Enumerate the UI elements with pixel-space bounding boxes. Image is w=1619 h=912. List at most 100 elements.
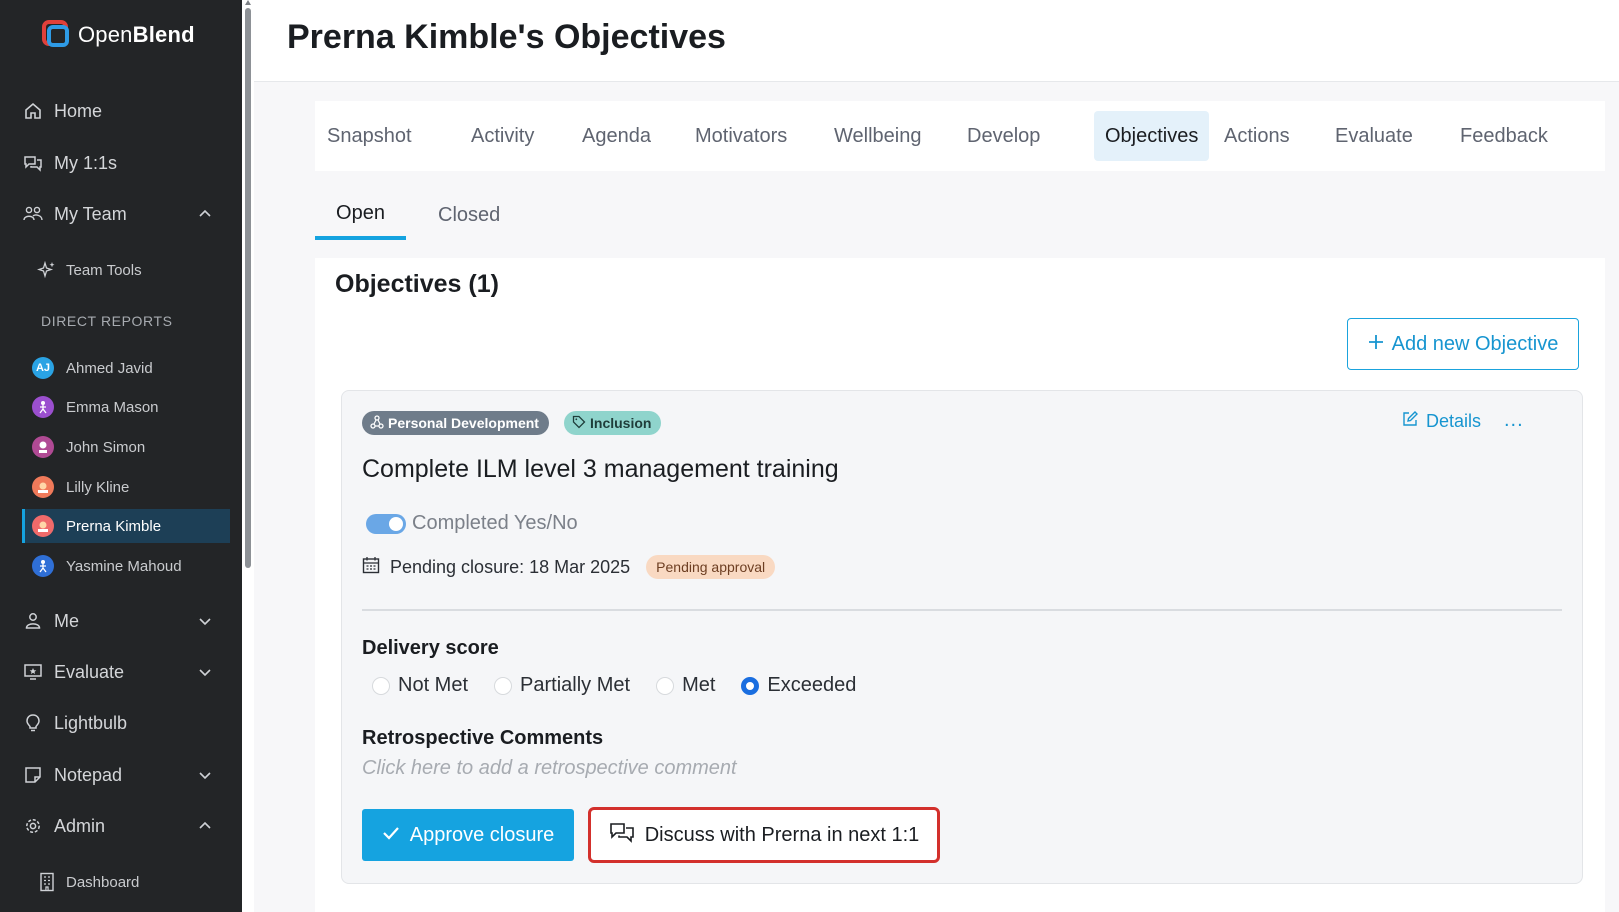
page-header: Prerna Kimble's Objectives: [254, 0, 1619, 82]
radio-button[interactable]: [494, 676, 513, 695]
edit-icon: [1402, 411, 1418, 432]
report-name: John Simon: [66, 438, 146, 456]
report-lilly-kline[interactable]: Lilly Kline: [22, 470, 230, 504]
report-yasmine-mahoud[interactable]: Yasmine Mahoud: [22, 549, 230, 583]
score-option-not-met[interactable]: Not Met: [372, 674, 468, 697]
nav-home-label: Home: [54, 100, 103, 121]
discuss-label: Discuss with Prerna in next 1:1: [644, 823, 920, 846]
page-title: Prerna Kimble's Objectives: [287, 18, 726, 56]
check-icon: [382, 824, 400, 847]
avatar: [32, 476, 54, 498]
chevron-up-icon[interactable]: [198, 205, 212, 226]
nav-notepad-label: Notepad: [54, 764, 123, 785]
nav-evaluate[interactable]: Evaluate: [22, 654, 220, 690]
avatar: [32, 515, 54, 537]
radio-button[interactable]: [656, 676, 675, 695]
report-name: Ahmed Javid: [66, 359, 153, 377]
chat-icon: [609, 821, 635, 849]
discuss-in-next-1-1-button[interactable]: Discuss with Prerna in next 1:1: [588, 807, 940, 863]
report-prerna-kimble[interactable]: Prerna Kimble: [22, 509, 230, 543]
logo-text-a: Open: [78, 22, 133, 47]
tab-wellbeing[interactable]: Wellbeing: [823, 111, 932, 161]
chevron-down-icon[interactable]: [198, 766, 212, 787]
card-divider: [362, 609, 1562, 611]
logo[interactable]: OpenBlend: [42, 20, 195, 50]
nav-admin[interactable]: Admin: [22, 808, 220, 844]
tab-evaluate[interactable]: Evaluate: [1324, 111, 1424, 161]
score-option-label: Met: [682, 674, 716, 696]
report-name: Prerna Kimble: [66, 517, 162, 535]
avatar: [32, 436, 54, 458]
nav-my-team-label: My Team: [54, 203, 127, 224]
nav-my-1-1s[interactable]: My 1:1s: [22, 145, 220, 181]
score-option-partially-met[interactable]: Partially Met: [494, 674, 630, 697]
details-link[interactable]: Details: [1402, 411, 1481, 432]
subtab-open[interactable]: Open: [315, 190, 406, 240]
tab-actions[interactable]: Actions: [1213, 111, 1301, 161]
tag-icon: [572, 415, 586, 432]
sparkle-icon: [36, 259, 58, 281]
nav-notepad[interactable]: Notepad: [22, 757, 220, 793]
add-objective-button[interactable]: Add new Objective: [1347, 318, 1579, 370]
nav-home[interactable]: Home: [22, 93, 220, 129]
tag-label: Personal Development: [388, 415, 539, 431]
tab-activity[interactable]: Activity: [460, 111, 545, 161]
report-name: Yasmine Mahoud: [66, 557, 182, 575]
nav-lightbulb-label: Lightbulb: [54, 712, 128, 733]
avatar: AJ: [32, 357, 54, 379]
objectives-heading: Objectives (1): [335, 270, 499, 298]
sidebar: OpenBlend Home My 1:1s My Team Team Tool…: [0, 0, 242, 912]
tag-label: Inclusion: [590, 415, 652, 431]
nav-evaluate-label: Evaluate: [54, 661, 125, 682]
chevron-down-icon[interactable]: [198, 663, 212, 684]
tab-objectives[interactable]: Objectives: [1094, 111, 1210, 161]
direct-reports-heading: DIRECT REPORTS: [41, 313, 173, 329]
report-john-simon[interactable]: John Simon: [22, 430, 230, 464]
retrospective-comment-input[interactable]: Click here to add a retrospective commen…: [362, 757, 962, 780]
score-option-exceeded[interactable]: Exceeded: [741, 674, 856, 697]
tab-agenda[interactable]: Agenda: [571, 111, 662, 161]
chevron-down-icon[interactable]: [198, 612, 212, 633]
tab-snapshot[interactable]: Snapshot: [316, 111, 423, 161]
sidebar-scrollbar[interactable]: [242, 0, 254, 912]
logo-text: OpenBlend: [78, 22, 195, 48]
tab-feedback[interactable]: Feedback: [1449, 111, 1559, 161]
radio-button-selected[interactable]: [741, 676, 760, 695]
completed-toggle[interactable]: [366, 514, 406, 534]
report-emma-mason[interactable]: Emma Mason: [22, 390, 230, 424]
objectives-panel: Objectives (1) Add new Objective Persona…: [315, 258, 1605, 912]
approve-closure-button[interactable]: Approve closure: [362, 809, 574, 861]
radio-button[interactable]: [372, 676, 390, 695]
lightbulb-icon: [22, 712, 44, 734]
objective-title: Complete ILM level 3 management training: [362, 455, 839, 483]
nav-dashboard[interactable]: Dashboard: [36, 867, 139, 897]
profile-tabs: Snapshot Activity Agenda Motivators Well…: [315, 101, 1605, 171]
score-option-label: Not Met: [398, 674, 469, 696]
delivery-score-label: Delivery score: [362, 637, 499, 659]
nav-lightbulb[interactable]: Lightbulb: [22, 705, 220, 741]
nav-team-tools[interactable]: Team Tools: [36, 255, 142, 285]
app-root: OpenBlend Home My 1:1s My Team Team Tool…: [0, 0, 1619, 912]
nav-me[interactable]: Me: [22, 603, 220, 639]
nav-my-team[interactable]: My Team: [22, 196, 220, 232]
nav-my-1-1s-label: My 1:1s: [54, 152, 118, 173]
subtab-closed[interactable]: Closed: [438, 190, 500, 240]
report-ahmed-javid[interactable]: AJ Ahmed Javid: [22, 351, 230, 385]
evaluate-icon: [22, 661, 44, 683]
chat-icon: [22, 152, 44, 174]
more-options-button[interactable]: ...: [1504, 409, 1524, 432]
toggle-knob: [389, 517, 403, 531]
add-objective-label: Add new Objective: [1391, 332, 1559, 355]
scroll-up-arrow-icon[interactable]: [245, 0, 251, 5]
chevron-up-icon[interactable]: [198, 817, 212, 838]
notepad-icon: [22, 764, 44, 786]
tab-motivators[interactable]: Motivators: [684, 111, 798, 161]
details-label: Details: [1426, 411, 1482, 431]
score-option-met[interactable]: Met: [656, 674, 715, 697]
scrollbar-thumb[interactable]: [245, 8, 251, 568]
tab-develop[interactable]: Develop: [956, 111, 1051, 161]
nav-dashboard-label: Dashboard: [66, 873, 140, 891]
logo-text-b: Blend: [132, 22, 195, 47]
plus-icon: [1368, 333, 1384, 356]
gear-icon: [22, 815, 44, 837]
